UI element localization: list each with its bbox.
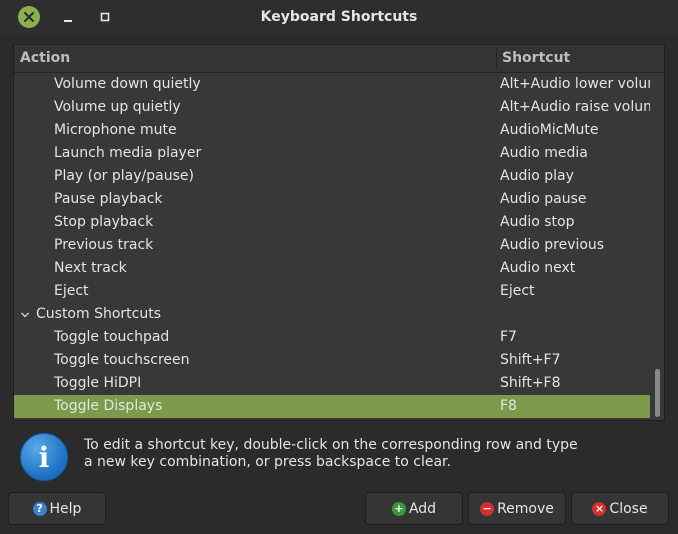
table-row[interactable]: Stop playback Audio stop — [14, 211, 650, 234]
shortcut-cell — [500, 303, 650, 326]
shortcut-cell: Audio media — [500, 145, 588, 161]
action-cell: Volume down quietly — [54, 76, 201, 92]
shortcut-cell: Audio play — [500, 168, 574, 184]
table-row[interactable]: Next track Audio next — [14, 257, 650, 280]
chevron-down-icon[interactable] — [18, 303, 32, 326]
add-button[interactable]: + Add — [365, 492, 463, 525]
remove-button[interactable]: − Remove — [468, 492, 566, 525]
table-row[interactable]: Volume down quietly Alt+Audio lower volum… — [14, 73, 650, 96]
table-row[interactable]: Toggle Displays F8 — [14, 395, 650, 418]
table-row[interactable]: Toggle touchpad F7 — [14, 326, 650, 349]
shortcut-cell: Shift+F7 — [500, 352, 561, 368]
remove-icon: − — [480, 501, 495, 516]
shortcuts-list[interactable]: Action Shortcut Volume down quietly Alt+A… — [13, 44, 665, 421]
shortcut-cell: Shift+F8 — [500, 375, 561, 391]
action-cell: Toggle touchscreen — [54, 352, 190, 368]
shortcut-cell: Audio next — [500, 260, 576, 276]
table-row[interactable]: Toggle touchscreen Shift+F7 — [14, 349, 650, 372]
table-row[interactable]: Microphone mute AudioMicMute — [14, 119, 650, 142]
shortcut-rows: Volume down quietly Alt+Audio lower volum… — [14, 73, 650, 418]
table-row[interactable]: Pause playback Audio pause — [14, 188, 650, 211]
info-message: To edit a shortcut key, double-click on … — [84, 437, 644, 471]
column-divider[interactable] — [496, 48, 497, 69]
shortcut-cell: Audio stop — [500, 214, 575, 230]
action-cell: Microphone mute — [54, 122, 177, 138]
action-cell: Eject — [54, 283, 89, 299]
shortcut-cell: Alt+Audio raise volume — [500, 99, 650, 115]
scrollbar-thumb[interactable] — [655, 369, 660, 417]
help-button-label: Help — [49, 500, 82, 517]
info-line-1: To edit a shortcut key, double-click on … — [84, 437, 578, 453]
table-row[interactable]: Eject Eject — [14, 280, 650, 303]
column-header-shortcut[interactable]: Shortcut — [502, 45, 570, 72]
help-icon: ? — [32, 501, 47, 516]
table-row[interactable]: Volume up quietly Alt+Audio raise volume — [14, 96, 650, 119]
action-cell: Toggle touchpad — [54, 329, 170, 345]
action-cell: Volume up quietly — [54, 99, 181, 115]
action-cell: Play (or play/pause) — [54, 168, 194, 184]
action-cell: Toggle HiDPI — [54, 375, 142, 391]
shortcut-cell: Eject — [500, 283, 535, 299]
add-button-label: Add — [408, 500, 437, 517]
list-header: Action Shortcut — [14, 45, 664, 73]
shortcut-cell: F7 — [500, 329, 517, 345]
table-row[interactable]: Previous track Audio previous — [14, 234, 650, 257]
action-cell: Toggle Displays — [54, 398, 163, 414]
shortcut-cell: Alt+Audio lower volume — [500, 76, 650, 92]
add-icon: + — [391, 501, 406, 516]
group-row[interactable]: Custom Shortcuts — [14, 303, 650, 326]
table-row[interactable]: Launch media player Audio media — [14, 142, 650, 165]
column-header-action[interactable]: Action — [20, 45, 70, 72]
action-cell: Stop playback — [54, 214, 154, 230]
shortcut-cell: Audio pause — [500, 191, 587, 207]
close-button-label: Close — [609, 500, 648, 517]
shortcut-cell: Audio previous — [500, 237, 605, 253]
info-icon: i — [20, 433, 68, 481]
action-cell: Previous track — [54, 237, 154, 253]
action-cell: Launch media player — [54, 145, 202, 161]
action-cell: Pause playback — [54, 191, 163, 207]
action-cell: Next track — [54, 260, 127, 276]
shortcut-cell: F8 — [500, 398, 517, 414]
close-button[interactable]: × Close — [571, 492, 669, 525]
title-bar: Keyboard Shortcuts — [0, 0, 678, 34]
action-cell: Custom Shortcuts — [36, 306, 162, 322]
close-circle-icon: × — [592, 501, 607, 516]
window-title: Keyboard Shortcuts — [260, 9, 418, 25]
vertical-scrollbar[interactable] — [651, 73, 664, 420]
table-row[interactable]: Play (or play/pause) Audio play — [14, 165, 650, 188]
help-button[interactable]: ? Help — [8, 492, 106, 525]
info-line-2: a new key combination, or press backspac… — [84, 454, 451, 470]
table-row[interactable]: Toggle HiDPI Shift+F8 — [14, 372, 650, 395]
remove-button-label: Remove — [497, 500, 554, 517]
shortcut-cell: AudioMicMute — [500, 122, 599, 138]
